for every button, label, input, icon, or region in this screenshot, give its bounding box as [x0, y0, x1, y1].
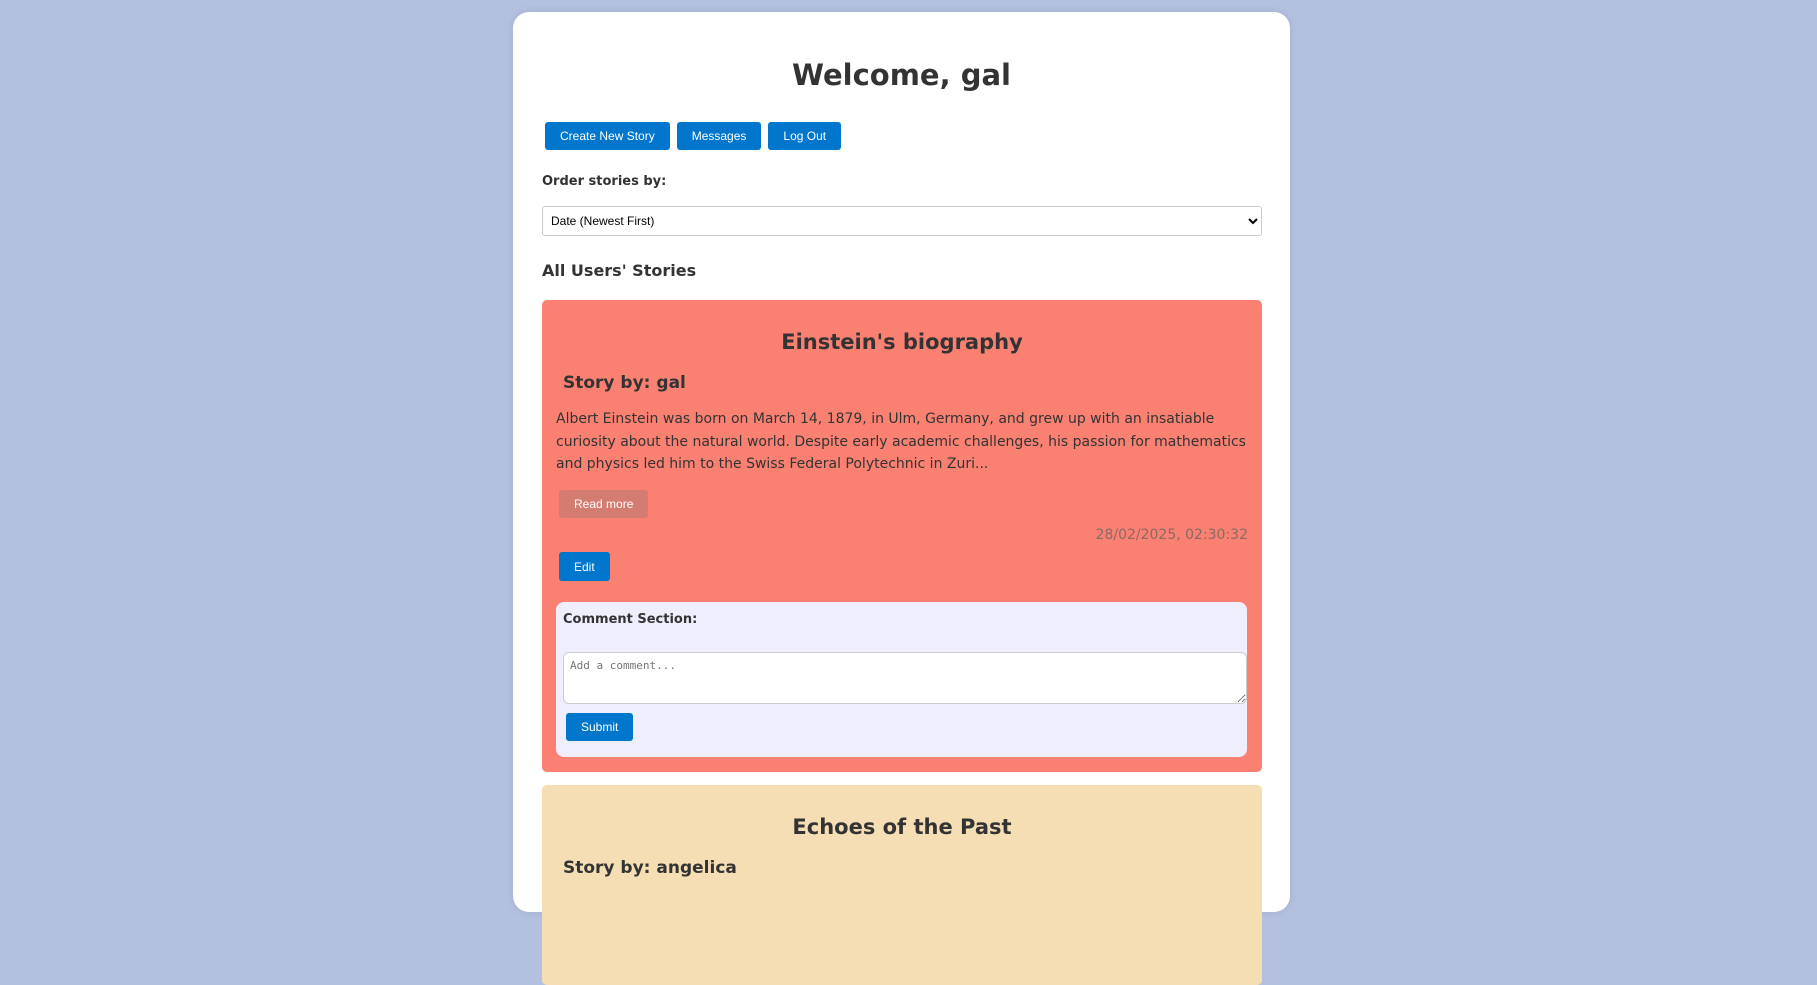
main-panel: Welcome, gal Create New Story Messages L…: [513, 12, 1290, 985]
order-select[interactable]: Date (Newest First): [542, 206, 1262, 236]
messages-button[interactable]: Messages: [676, 122, 762, 150]
story-card: Echoes of the Past Story by: angelica: [542, 785, 1262, 985]
submit-comment-button[interactable]: Submit: [566, 713, 634, 741]
comment-input[interactable]: [563, 652, 1247, 704]
section-title: All Users' Stories: [542, 261, 697, 280]
story-excerpt: Albert Einstein was born on March 14, 18…: [556, 411, 1246, 473]
logout-button[interactable]: Log Out: [768, 122, 842, 150]
story-title: Echoes of the Past: [792, 815, 1012, 839]
order-label: Order stories by:: [542, 174, 667, 189]
story-card: Einstein's biography Story by: gal Alber…: [542, 300, 1262, 772]
read-more-button[interactable]: Read more: [559, 490, 649, 518]
story-title: Einstein's biography: [781, 330, 1023, 354]
comment-section: Comment Section: Submit: [556, 602, 1247, 757]
story-author: Story by: angelica: [563, 858, 737, 878]
comment-section-title: Comment Section:: [563, 612, 698, 627]
create-story-button[interactable]: Create New Story: [545, 122, 670, 150]
story-author: Story by: gal: [563, 373, 686, 393]
page-title: Welcome, gal: [792, 58, 1011, 92]
toolbar: Create New Story Messages Log Out: [545, 122, 842, 150]
edit-button[interactable]: Edit: [559, 552, 610, 581]
story-date: 28/02/2025, 02:30:32: [1095, 527, 1248, 543]
